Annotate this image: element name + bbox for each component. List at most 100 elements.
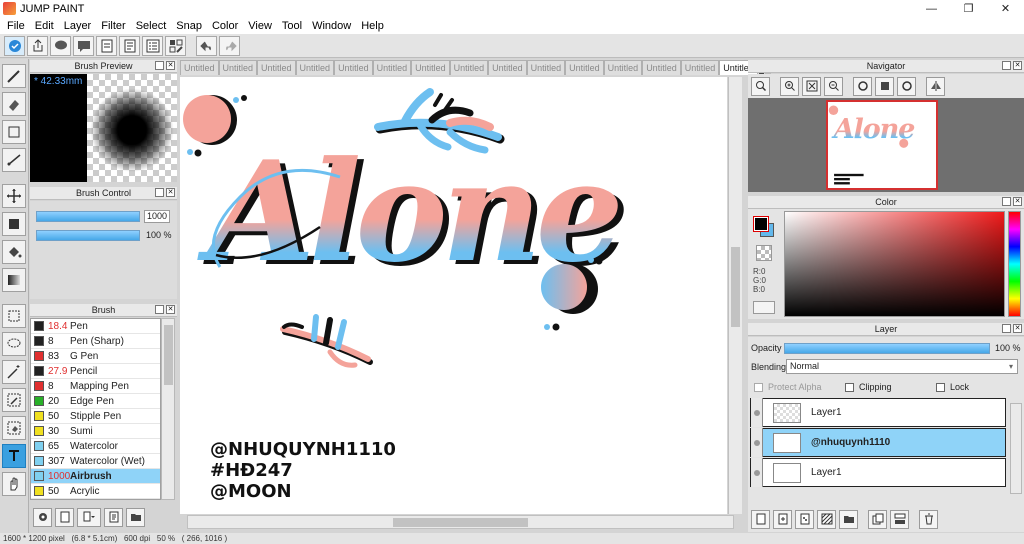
line-tool[interactable] (2, 148, 26, 172)
maximize-button[interactable]: ❐ (950, 0, 987, 17)
navigator-view[interactable]: Alone (748, 98, 1024, 192)
protect-alpha-option[interactable]: Protect Alpha (754, 382, 822, 392)
fill-rect-tool[interactable] (2, 212, 26, 236)
document-tab[interactable]: Untitled (295, 60, 335, 75)
layer-item-selected[interactable]: @nhuquynh1110 (750, 428, 1006, 457)
rotate-left-button[interactable] (853, 76, 872, 96)
brush-size-slider[interactable] (36, 211, 140, 222)
brush-item[interactable]: 50 Stipple Pen (31, 409, 160, 424)
scroll-thumb[interactable] (164, 325, 173, 385)
brush-item[interactable]: 20 Edge Pen (31, 394, 160, 409)
undock-icon[interactable] (155, 61, 164, 70)
close-panel-icon[interactable]: ✕ (166, 188, 175, 197)
layer-item[interactable]: Layer1 (750, 458, 1006, 487)
transparent-color-swatch[interactable] (756, 245, 772, 261)
clipping-option[interactable]: Clipping (845, 382, 892, 392)
document-tab[interactable]: Untitled (680, 60, 720, 75)
brush-list-scrollbar[interactable] (161, 318, 175, 500)
lock-option[interactable]: Lock (936, 382, 969, 392)
magic-wand-tool[interactable] (2, 360, 26, 384)
undock-icon[interactable] (1002, 197, 1011, 206)
rotate-right-button[interactable] (897, 76, 916, 96)
visibility-toggle[interactable] (751, 428, 763, 457)
menu-filter[interactable]: Filter (96, 20, 130, 32)
page-button[interactable] (96, 35, 117, 56)
new-folder-button[interactable] (839, 509, 858, 529)
hue-slider[interactable] (1008, 211, 1021, 317)
document-button[interactable] (119, 35, 140, 56)
brush-item[interactable]: 8 Pen (Sharp) (31, 334, 160, 349)
document-tab[interactable]: Untitled (257, 60, 296, 75)
document-tab[interactable]: Untitled (565, 60, 604, 75)
undock-icon[interactable] (1002, 324, 1011, 333)
brush-item[interactable]: 27.9 Pencil (31, 364, 160, 379)
brush-item[interactable]: 30 Sumi (31, 424, 160, 439)
close-panel-icon[interactable]: ✕ (1013, 324, 1022, 333)
menu-view[interactable]: View (243, 20, 277, 32)
brush-item[interactable]: 18.4 Pen (31, 319, 160, 334)
brush-item[interactable]: 65 Watercolor (31, 439, 160, 454)
canvas-horizontal-scrollbar[interactable] (187, 515, 734, 529)
grid-edit-button[interactable] (165, 35, 186, 56)
redo-button[interactable] (219, 35, 240, 56)
close-panel-icon[interactable]: ✕ (1013, 61, 1022, 70)
layer-item[interactable]: Layer1 (750, 398, 1006, 427)
lasso-tool[interactable] (2, 332, 26, 356)
zoom-in-button[interactable] (780, 76, 799, 96)
brush-size-field[interactable]: 1000 (144, 210, 170, 223)
delete-layer-button[interactable] (919, 509, 938, 529)
document-tab[interactable]: Untitled (372, 60, 412, 75)
reset-view-button[interactable] (875, 76, 894, 96)
canvas-vertical-scrollbar[interactable] (728, 77, 742, 514)
menu-layer[interactable]: Layer (59, 20, 97, 32)
document-tab[interactable]: Untitled (411, 60, 450, 75)
layer-list-scrollbar[interactable] (1010, 403, 1022, 494)
document-tab[interactable]: Untitled (642, 60, 681, 75)
brush-item[interactable]: 307 Watercolor (Wet) (31, 454, 160, 469)
undock-icon[interactable] (1002, 61, 1011, 70)
eyedropper-button[interactable] (753, 301, 775, 314)
comment-button[interactable] (50, 35, 71, 56)
menu-edit[interactable]: Edit (30, 20, 59, 32)
clipping-checkbox[interactable] (845, 382, 854, 392)
close-panel-icon[interactable]: ✕ (166, 61, 175, 70)
duplicate-layer-button[interactable] (868, 509, 887, 529)
layer-opacity-slider[interactable] (784, 343, 990, 354)
menu-file[interactable]: File (2, 20, 30, 32)
flip-button[interactable] (926, 76, 945, 96)
brush-item[interactable]: 50 Acrylic (31, 484, 160, 499)
minimize-button[interactable]: — (913, 0, 950, 17)
protect-alpha-checkbox[interactable] (754, 382, 763, 392)
menu-help[interactable]: Help (356, 20, 389, 32)
brush-item[interactable]: 83 G Pen (31, 349, 160, 364)
document-tab[interactable]: Untitled (449, 60, 489, 75)
brush-tool[interactable] (2, 64, 26, 88)
close-button[interactable]: ✕ (987, 0, 1024, 17)
foreground-color-swatch[interactable] (753, 216, 769, 232)
document-tab[interactable]: Untitled (488, 60, 527, 75)
blending-select[interactable]: Normal ▾ (786, 359, 1018, 374)
eraser-tool[interactable] (2, 92, 26, 116)
document-tab[interactable]: Untitled (526, 60, 566, 75)
brush-item[interactable]: 8 Mapping Pen (31, 379, 160, 394)
lock-checkbox[interactable] (936, 382, 945, 392)
new-layer-button[interactable] (751, 509, 770, 529)
menu-select[interactable]: Select (131, 20, 172, 32)
brush-type-dropdown[interactable] (77, 507, 101, 527)
cloud-sync-button[interactable] (4, 35, 25, 56)
text-tool[interactable] (2, 444, 26, 468)
navigator-thumbnail[interactable]: Alone (826, 100, 938, 190)
document-tab[interactable]: Untitled (218, 60, 258, 75)
visibility-toggle[interactable] (751, 398, 763, 427)
zoom-tool-button[interactable] (751, 76, 770, 96)
drawing-canvas[interactable]: Alone Alone @NHUQUYNH1110 #HĐ247 @MOON (180, 77, 727, 514)
document-tab[interactable]: Untitled (334, 60, 373, 75)
close-panel-icon[interactable]: ✕ (166, 305, 175, 314)
close-panel-icon[interactable]: ✕ (1013, 197, 1022, 206)
scroll-thumb[interactable] (393, 518, 528, 527)
menu-color[interactable]: Color (207, 20, 243, 32)
hand-tool[interactable] (2, 472, 26, 496)
new-halftone-layer-button[interactable] (795, 509, 814, 529)
document-tab[interactable]: Untitled (603, 60, 643, 75)
document-tab[interactable]: Untitled (180, 60, 219, 75)
